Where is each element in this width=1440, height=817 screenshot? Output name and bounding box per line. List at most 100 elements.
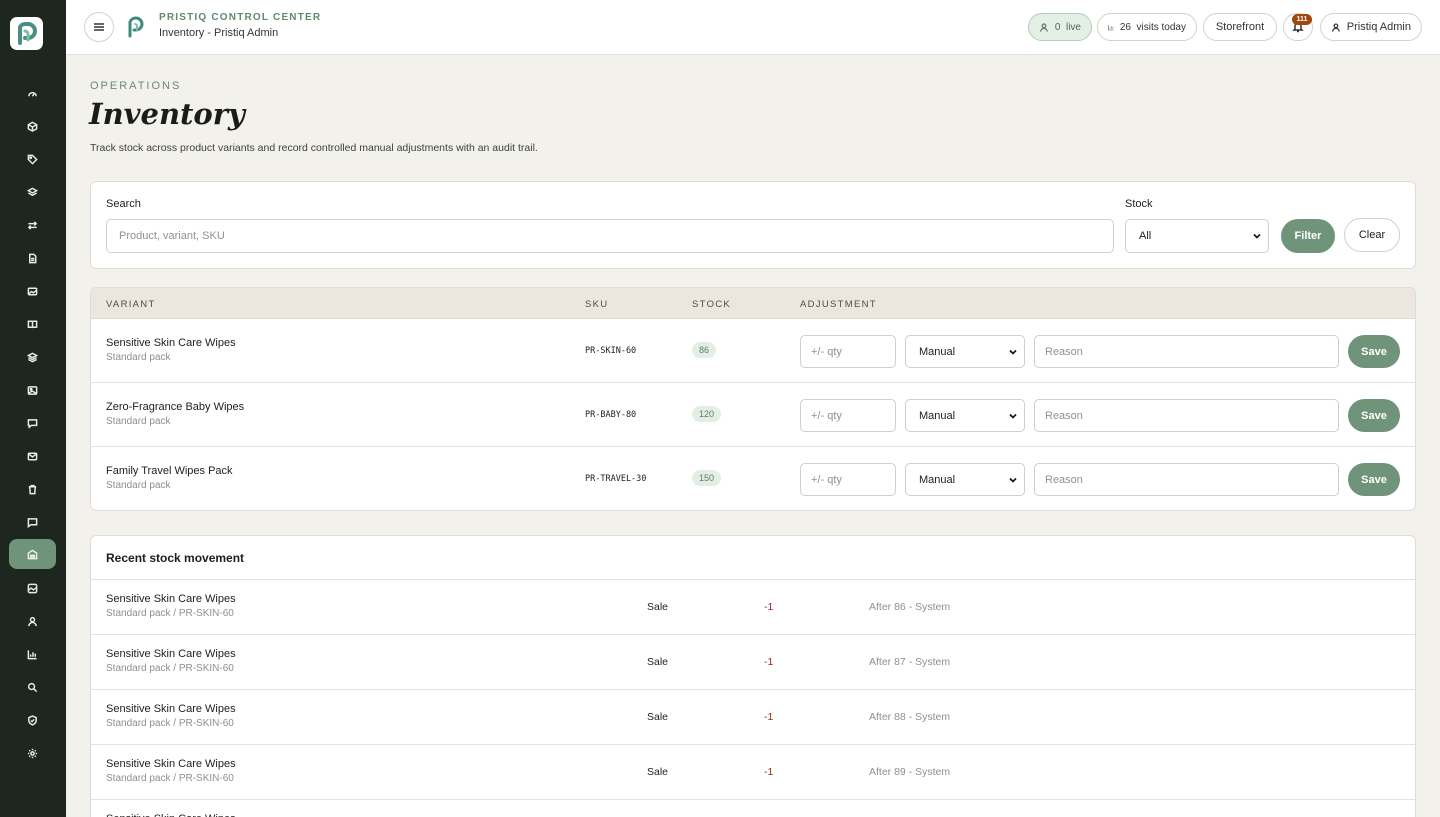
save-adjustment-button[interactable]: Save [1348,463,1400,496]
page-title: Inventory [89,97,245,131]
stock-filter-select[interactable]: All [1125,219,1269,253]
sidebar-item-mail[interactable] [9,441,56,471]
movement-product: Sensitive Skin Care Wipes [106,593,236,605]
book-icon [27,320,38,328]
save-adjustment-button[interactable]: Save [1348,399,1400,432]
menu-toggle-button[interactable] [84,12,114,42]
adjust-reason-input[interactable]: Reason [1034,463,1339,496]
adjust-reason-input[interactable]: Reason [1034,335,1339,368]
movement-detail: Standard pack / PR-SKIN-60 [106,773,234,784]
variant-name: Zero-Fragrance Baby Wipes [106,401,245,413]
sidebar-item-gallery[interactable] [9,573,56,603]
layers-icon [27,187,38,196]
adjust-qty-input[interactable]: +/- qty [800,399,896,432]
clear-button[interactable]: Clear [1344,218,1400,252]
adjust-qty-input[interactable]: +/- qty [800,463,896,496]
table-row: Family Travel Wipes Pack Standard pack PR-… [91,447,1415,510]
sidebar-item-shield[interactable] [9,705,56,735]
adjust-type-select[interactable]: Manual [905,399,1025,432]
pristiq-logo-icon[interactable] [10,17,43,50]
table-header: VARIANT SKU STOCK ADJUSTMENT [91,288,1415,319]
stock-label: Stock [1125,198,1153,210]
user-icon [1332,22,1340,32]
table-row: Zero-Fragrance Baby Wipes Standard pack PR… [91,383,1415,447]
visits-count: 26 [1119,21,1131,33]
sidebar-item-chat[interactable] [9,408,56,438]
brand-subtitle: Inventory - Pristiq Admin [159,27,279,39]
variant-label: Standard pack [106,352,171,363]
movement-product: Sensitive Skin Care Wipes [106,703,236,715]
sidebar-item-warehouse[interactable] [9,539,56,569]
live-label: live [1065,21,1081,33]
filter-card: Search Product, variant, SKU Stock All F… [90,181,1416,269]
stock-filter-value: All [1139,230,1152,242]
sku: PR-BABY-80 [585,410,637,420]
movement-product: Sensitive Skin Care Wipes [106,758,236,770]
movement-qty: -1 [764,601,774,613]
movement-note: After 86 - System [869,601,951,613]
section-eyebrow: OPERATIONS [90,80,182,92]
sidebar-item-user[interactable] [9,606,56,636]
save-adjustment-button[interactable]: Save [1348,335,1400,368]
table-row: Sensitive Skin Care Wipes Standard pack PR… [91,319,1415,383]
column-header-adjustment: ADJUSTMENT [800,299,877,310]
stock-badge: 120 [692,406,722,422]
bar-chart-icon [27,649,37,659]
message-icon [27,517,38,528]
movement-row: Sensitive Skin Care WipesStandard pack /… [91,634,1415,689]
sidebar-item-box[interactable] [9,111,56,141]
sidebar-item-book[interactable] [9,309,56,339]
settings-icon [27,748,38,758]
movement-note: After 87 - System [869,656,951,668]
stack-icon [27,352,38,362]
sidebar-item-message[interactable] [9,507,56,537]
visits-pill[interactable]: 26 visits today [1097,13,1197,41]
movement-row: Sensitive Skin Care WipesStandard pack /… [91,799,1415,817]
chevron-down-icon [1009,349,1017,355]
user-menu-button[interactable]: Pristiq Admin [1320,13,1422,41]
stock-badge: 86 [692,342,717,358]
movement-detail: Standard pack / PR-SKIN-60 [106,718,234,729]
movement-note: After 88 - System [869,711,951,723]
adjust-qty-input[interactable]: +/- qty [800,335,896,368]
sidebar-item-tag[interactable] [9,144,56,174]
movement-product: Sensitive Skin Care Wipes [106,813,236,817]
sidebar-item-document[interactable] [9,243,56,273]
movement-qty: -1 [764,711,774,723]
column-header-stock: STOCK [692,299,732,310]
sidebar-item-gauge[interactable] [9,78,56,108]
search-input[interactable]: Product, variant, SKU [106,219,1114,253]
sidebar-item-layers[interactable] [9,177,56,207]
sidebar-item-settings[interactable] [9,738,56,768]
sidebar-item-picture[interactable] [9,375,56,405]
movement-type: Sale [647,766,669,778]
adjust-reason-input[interactable]: Reason [1034,399,1339,432]
adjust-type-value: Manual [919,409,956,422]
movement-detail: Standard pack / PR-SKIN-60 [106,608,234,619]
sidebar-item-bar-chart[interactable] [9,639,56,669]
sidebar-item-search[interactable] [9,672,56,702]
search-label: Search [106,198,141,210]
adjust-type-select[interactable]: Manual [905,463,1025,496]
storefront-button[interactable]: Storefront [1203,13,1277,41]
adjust-type-select[interactable]: Manual [905,335,1025,368]
stock-movement-card: Recent stock movement Sensitive Skin Car… [90,535,1416,817]
visits-label: visits today [1136,21,1186,33]
sidebar-item-stack[interactable] [9,342,56,372]
sidebar-item-arrows-swap[interactable] [9,210,56,240]
trash-icon [28,484,37,494]
sidebar-item-image[interactable] [9,276,56,306]
image-icon [27,287,38,295]
stock-movement-title: Recent stock movement [106,551,245,565]
gallery-icon [27,583,38,593]
movement-type: Sale [647,711,669,723]
sidebar-item-trash[interactable] [9,474,56,504]
box-icon [27,121,38,132]
movement-type: Sale [647,601,669,613]
column-header-sku: SKU [585,299,609,310]
live-visitors-pill[interactable]: 0 live [1028,13,1092,41]
chat-icon [27,418,38,429]
filter-button[interactable]: Filter [1281,219,1335,253]
arrows-swap-icon [27,220,38,230]
movement-qty: -1 [764,656,774,668]
